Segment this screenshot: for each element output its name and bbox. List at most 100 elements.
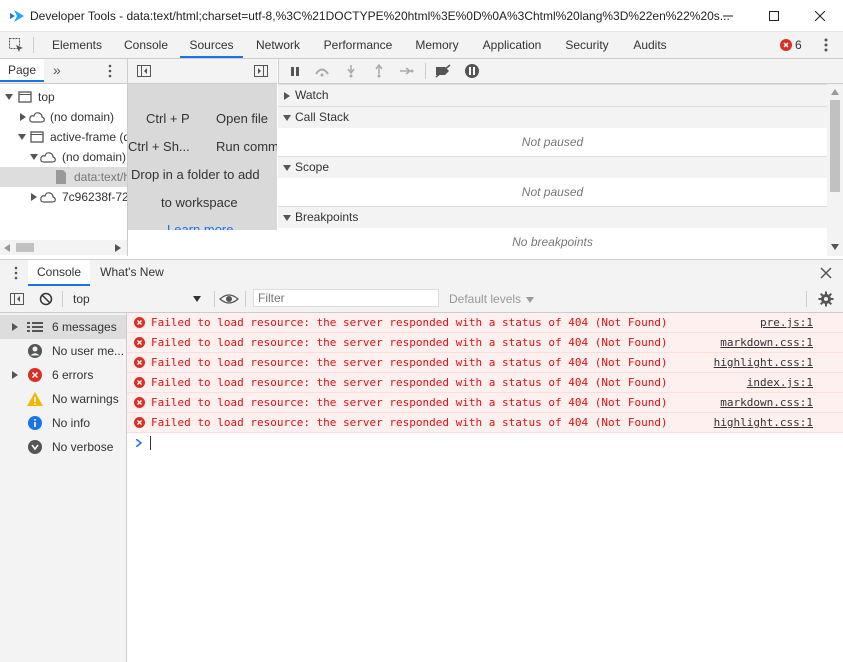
scrollbar-thumb[interactable] xyxy=(830,100,840,192)
scrollbar-thumb[interactable] xyxy=(16,243,34,252)
tab-console[interactable]: Console xyxy=(114,32,178,58)
step-over-icon[interactable] xyxy=(314,65,330,77)
divider xyxy=(245,291,246,307)
filter-input[interactable] xyxy=(253,289,439,307)
minimize-icon xyxy=(723,15,733,16)
pause-on-exceptions-icon[interactable] xyxy=(464,63,480,79)
horizontal-scrollbar[interactable] xyxy=(0,240,127,255)
tab-memory[interactable]: Memory xyxy=(406,32,468,58)
gear-icon xyxy=(818,291,834,307)
warning-icon xyxy=(27,392,43,406)
sidebar-item-warnings[interactable]: No warnings xyxy=(0,387,126,411)
text-cursor xyxy=(150,436,151,450)
vertical-scrollbar[interactable] xyxy=(827,84,843,256)
toggle-console-sidebar-button[interactable] xyxy=(9,291,25,307)
main-tab-bar: Elements Console Sources Network Perform… xyxy=(0,32,843,59)
triangle-down-icon xyxy=(283,215,291,221)
tree-item-extension[interactable]: 7c96238f-72 xyxy=(0,187,127,207)
maximize-icon xyxy=(769,10,779,21)
tree-item-no-domain-nested[interactable]: (no domain) xyxy=(0,147,127,167)
triangle-right-icon xyxy=(19,113,27,121)
drawer-menu-button[interactable] xyxy=(8,265,24,281)
console-error-message: Failed to load resource: the server resp… xyxy=(127,353,843,373)
sidebar-item-messages[interactable]: 6 messages xyxy=(0,315,126,339)
tab-audits[interactable]: Audits xyxy=(622,32,678,58)
tab-network[interactable]: Network xyxy=(246,32,310,58)
list-icon xyxy=(27,322,43,332)
close-icon xyxy=(815,10,825,21)
more-tabs-button[interactable]: » xyxy=(53,62,61,78)
context-selector[interactable]: top xyxy=(67,288,207,310)
console-error-message: Failed to load resource: the server resp… xyxy=(127,393,843,413)
customize-menu-button[interactable] xyxy=(818,37,834,53)
triangle-right-icon xyxy=(284,92,290,100)
source-link[interactable]: markdown.css:1 xyxy=(720,333,813,352)
watch-section-header[interactable]: Watch xyxy=(278,84,827,107)
drawer-tab-bar: Console What's New xyxy=(0,259,843,287)
tree-item-active-frame[interactable]: active-frame (d xyxy=(0,127,127,147)
divider xyxy=(33,37,34,53)
drawer-tab-whats-new[interactable]: What's New xyxy=(93,260,171,286)
tab-elements[interactable]: Elements xyxy=(44,32,110,58)
toggle-navigator-button[interactable] xyxy=(136,63,152,79)
inspect-element-button[interactable] xyxy=(8,37,24,53)
scope-section-header[interactable]: Scope xyxy=(278,156,827,179)
learn-more-link[interactable]: Learn more xyxy=(167,222,233,230)
sidebar-item-verbose[interactable]: No verbose xyxy=(0,435,126,459)
step-out-icon[interactable] xyxy=(373,64,385,78)
tab-security[interactable]: Security xyxy=(556,32,618,58)
deactivate-breakpoints-icon[interactable] xyxy=(434,63,452,79)
tab-page[interactable]: Page xyxy=(0,59,44,82)
minimize-button[interactable] xyxy=(705,0,751,31)
shortcut-action: Run comm xyxy=(216,139,277,154)
tab-application[interactable]: Application xyxy=(472,32,552,58)
source-link[interactable]: highlight.css:1 xyxy=(714,413,813,432)
pause-icon[interactable] xyxy=(289,65,301,77)
maximize-button[interactable] xyxy=(751,0,797,31)
console-error-message: Failed to load resource: the server resp… xyxy=(127,373,843,393)
app-logo-icon xyxy=(10,10,24,22)
close-drawer-button[interactable] xyxy=(818,265,834,281)
sidebar-left-icon xyxy=(10,293,24,305)
breakpoints-status: No breakpoints xyxy=(278,228,827,256)
dropdown-arrow-icon xyxy=(193,296,201,302)
source-link[interactable]: pre.js:1 xyxy=(760,313,813,332)
divider xyxy=(806,291,807,307)
error-icon xyxy=(134,377,145,388)
log-levels-dropdown[interactable]: Default levels xyxy=(449,292,535,306)
user-icon xyxy=(28,344,42,358)
tree-item-label: (no domain) xyxy=(50,110,115,124)
tree-item-no-domain[interactable]: (no domain) xyxy=(0,107,127,127)
error-counter[interactable]: 6 xyxy=(780,37,802,53)
frame-icon xyxy=(18,90,32,104)
call-stack-section-header[interactable]: Call Stack xyxy=(278,106,827,129)
tree-item-data-file[interactable]: data:text/h xyxy=(0,167,127,187)
sidebar-item-user-messages[interactable]: No user me... xyxy=(0,339,126,363)
console-prompt[interactable] xyxy=(127,433,843,453)
error-count: 6 xyxy=(795,38,802,52)
breakpoints-section-header[interactable]: Breakpoints xyxy=(278,206,827,229)
sidebar-item-errors[interactable]: 6 errors xyxy=(0,363,126,387)
step-into-icon[interactable] xyxy=(345,64,357,78)
sidebar-item-label: No verbose xyxy=(52,440,114,454)
frame-icon xyxy=(30,130,44,144)
tab-performance[interactable]: Performance xyxy=(314,32,402,58)
clear-console-button[interactable] xyxy=(38,291,54,307)
sidebar-right-icon xyxy=(254,65,268,77)
source-link[interactable]: highlight.css:1 xyxy=(714,353,813,372)
tree-item-top[interactable]: top xyxy=(0,87,127,107)
sidebar-item-info[interactable]: No info xyxy=(0,411,126,435)
close-window-button[interactable] xyxy=(797,0,843,31)
toggle-debugger-button[interactable] xyxy=(253,63,269,79)
source-link[interactable]: index.js:1 xyxy=(747,373,813,392)
tab-sources[interactable]: Sources xyxy=(180,32,243,58)
drawer-tab-console[interactable]: Console xyxy=(28,260,90,286)
cloud-icon xyxy=(40,150,56,164)
live-expression-button[interactable] xyxy=(219,291,239,307)
source-link[interactable]: markdown.css:1 xyxy=(720,393,813,412)
navigator-menu-button[interactable] xyxy=(102,63,118,79)
step-icon[interactable] xyxy=(399,65,415,77)
sidebar-item-label: 6 errors xyxy=(52,368,94,382)
error-icon xyxy=(780,39,792,51)
console-settings-button[interactable] xyxy=(818,291,834,307)
